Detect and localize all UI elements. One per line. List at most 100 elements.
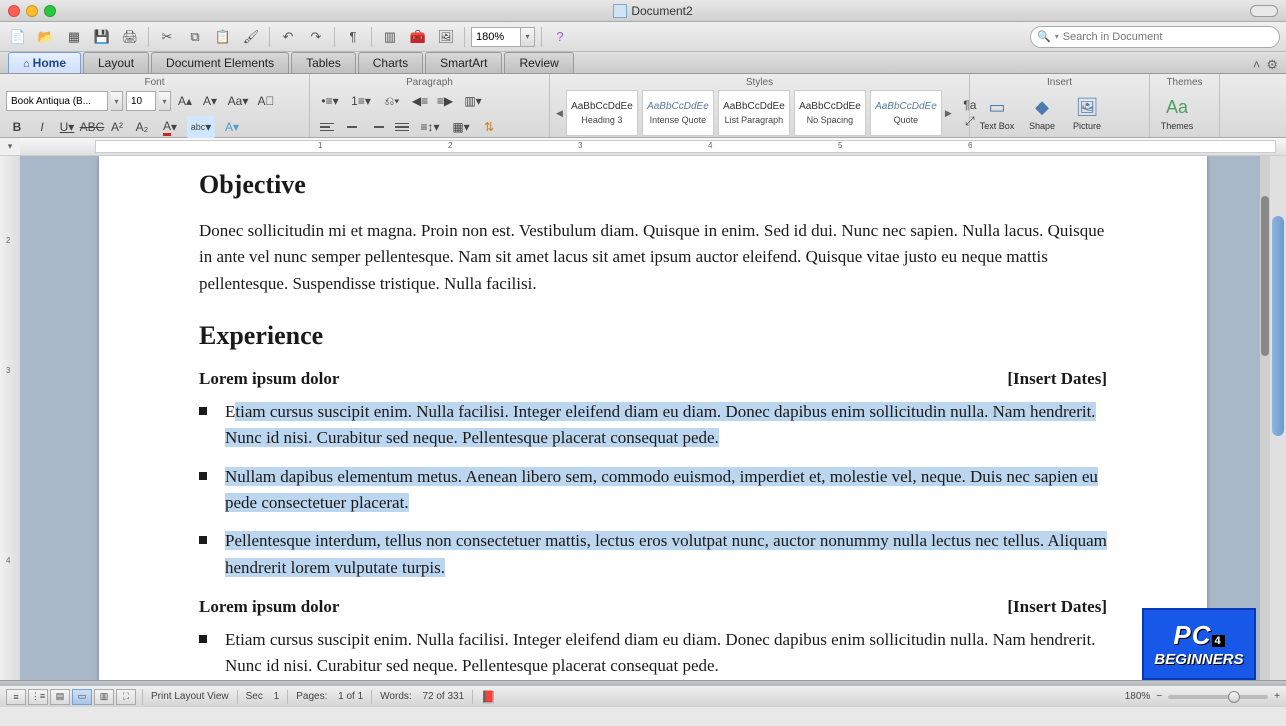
bullets-button[interactable]: •≡▾ — [316, 90, 344, 112]
media-browser-button[interactable]: 🖼 — [434, 26, 458, 48]
copy-button[interactable]: ⧉ — [183, 26, 207, 48]
zoom-slider-thumb[interactable] — [1228, 691, 1240, 703]
tab-charts[interactable]: Charts — [358, 52, 423, 73]
ruler-corner[interactable]: ▾ — [0, 138, 20, 155]
align-center-button[interactable] — [341, 116, 363, 138]
publishing-view-button[interactable]: ▤ — [50, 689, 70, 705]
align-left-button[interactable] — [316, 116, 338, 138]
shrink-font-button[interactable]: A▾ — [199, 90, 221, 112]
highlight-button[interactable]: abc▾ — [187, 116, 215, 138]
fullscreen-view-button[interactable]: ⛶ — [116, 689, 136, 705]
font-size-combo[interactable]: 10 — [126, 91, 156, 111]
open-button[interactable]: 📂 — [34, 26, 58, 48]
align-right-button[interactable] — [366, 116, 388, 138]
vertical-scrollbar[interactable] — [1270, 156, 1286, 680]
draft-view-button[interactable]: ≡ — [6, 689, 26, 705]
settings-gear-icon[interactable]: ⚙ — [1266, 57, 1278, 73]
scrollbar-thumb[interactable] — [1272, 216, 1284, 436]
change-case-button[interactable]: Aa▾ — [224, 90, 252, 112]
pilcrow-button[interactable]: ¶ — [341, 26, 365, 48]
tab-layout[interactable]: Layout — [83, 52, 149, 73]
save-button[interactable]: 💾 — [90, 26, 114, 48]
style-no-spacing[interactable]: AaBbCcDdEeNo Spacing — [794, 90, 866, 136]
view-buttons: ≡ ⋮≡ ▤ ▭ ▥ ⛶ — [6, 689, 143, 705]
grow-font-button[interactable]: A▴ — [174, 90, 196, 112]
sidebar-toggle-button[interactable]: ▥ — [378, 26, 402, 48]
print-button[interactable]: 🖨 — [118, 26, 142, 48]
tab-smartart[interactable]: SmartArt — [425, 52, 502, 73]
shape-button[interactable]: ◆Shape — [1021, 90, 1063, 136]
document-page[interactable]: Objective Donec sollicitudin mi et magna… — [99, 156, 1207, 680]
new-doc-button[interactable]: 📄 — [6, 26, 30, 48]
zoom-combo[interactable]: 180% — [471, 27, 521, 47]
minimize-button[interactable] — [26, 5, 38, 17]
paste-button[interactable]: 📋 — [211, 26, 235, 48]
print-layout-view-button[interactable]: ▭ — [72, 689, 92, 705]
maximize-button[interactable] — [44, 5, 56, 17]
notebook-view-button[interactable]: ▥ — [94, 689, 114, 705]
justify-button[interactable] — [391, 116, 413, 138]
italic-button[interactable]: I — [31, 116, 53, 138]
increase-indent-button[interactable]: ≡▶ — [434, 90, 456, 112]
titlebar-pill[interactable] — [1250, 5, 1278, 17]
sort-button[interactable]: ⇅ — [478, 116, 500, 138]
underline-button[interactable]: U▾ — [56, 116, 78, 138]
toolbox-button[interactable]: 🧰 — [406, 26, 430, 48]
themes-button[interactable]: AaThemes — [1156, 90, 1198, 136]
textbox-button[interactable]: ▭Text Box — [976, 90, 1018, 136]
style-list-paragraph[interactable]: AaBbCcDdEeList Paragraph — [718, 90, 790, 136]
redo-button[interactable]: ↷ — [304, 26, 328, 48]
document-scroll[interactable]: Objective Donec sollicitudin mi et magna… — [20, 156, 1286, 680]
columns-button[interactable]: ▥▾ — [459, 90, 487, 112]
search-input[interactable] — [1063, 31, 1273, 43]
search-box[interactable]: 🔍 ▾ — [1030, 26, 1280, 48]
styles-prev-button[interactable]: ◀ — [556, 90, 563, 136]
tab-home[interactable]: ⌂Home — [8, 52, 81, 73]
cut-button[interactable]: ✂ — [155, 26, 179, 48]
tab-document-elements[interactable]: Document Elements — [151, 52, 289, 73]
bold-button[interactable]: B — [6, 116, 28, 138]
shading-button[interactable]: ▦▾ — [447, 116, 475, 138]
tab-review[interactable]: Review — [504, 52, 573, 73]
font-name-combo[interactable]: Book Antiqua (B... — [6, 91, 108, 111]
words-label: Words: — [380, 691, 412, 702]
outline-view-button[interactable]: ⋮≡ — [28, 689, 48, 705]
style-quote[interactable]: AaBbCcDdEeQuote — [870, 90, 942, 136]
text-effects-button[interactable]: A▾ — [218, 116, 246, 138]
numbering-button[interactable]: 1≡▾ — [347, 90, 375, 112]
multilevel-button[interactable]: ⎌▾ — [378, 90, 406, 112]
strikethrough-button[interactable]: ABC — [81, 116, 103, 138]
traffic-lights — [8, 5, 56, 17]
horizontal-ruler[interactable]: 1 2 3 4 5 6 — [20, 138, 1286, 155]
collapse-ribbon-button[interactable]: ˄ — [1253, 57, 1261, 73]
subscript-button[interactable]: A₂ — [131, 116, 153, 138]
superscript-button[interactable]: A² — [106, 116, 128, 138]
tab-tables[interactable]: Tables — [291, 52, 356, 73]
zoom-dropdown[interactable]: ▾ — [521, 27, 535, 47]
search-dropdown-icon[interactable]: ▾ — [1055, 32, 1059, 41]
picture-button[interactable]: 🖼Picture — [1066, 90, 1108, 136]
spellcheck-icon[interactable]: 📕 — [481, 690, 496, 704]
font-size-dropdown[interactable]: ▾ — [159, 91, 171, 111]
inner-scrollbar[interactable] — [1260, 156, 1270, 680]
scrollbar-thumb[interactable] — [1261, 196, 1269, 356]
ribbon-group-paragraph: Paragraph •≡▾ 1≡▾ ⎌▾ ◀≡ ≡▶ ▥▾ ≡↕▾ ▦▾ ⇅ — [310, 74, 550, 137]
style-intense-quote[interactable]: AaBbCcDdEeIntense Quote — [642, 90, 714, 136]
zoom-out-button[interactable]: − — [1156, 691, 1162, 702]
undo-button[interactable]: ↶ — [276, 26, 300, 48]
line-spacing-button[interactable]: ≡↕▾ — [416, 116, 444, 138]
styles-next-button[interactable]: ▶ — [945, 90, 952, 136]
font-color-button[interactable]: A▾ — [156, 116, 184, 138]
close-button[interactable] — [8, 5, 20, 17]
font-name-dropdown[interactable]: ▾ — [111, 91, 123, 111]
vertical-ruler[interactable]: 2 3 4 — [0, 156, 20, 680]
clear-formatting-button[interactable]: A⃠ — [255, 90, 277, 112]
zoom-in-button[interactable]: + — [1274, 691, 1280, 702]
zoom-slider[interactable] — [1168, 695, 1268, 699]
style-heading3[interactable]: AaBbCcDdEeHeading 3 — [566, 90, 638, 136]
help-button[interactable]: ? — [548, 26, 572, 48]
decrease-indent-button[interactable]: ◀≡ — [409, 90, 431, 112]
template-button[interactable]: ▦ — [62, 26, 86, 48]
format-painter-button[interactable]: 🖌 — [239, 26, 263, 48]
status-zoom-value[interactable]: 180% — [1125, 691, 1151, 702]
